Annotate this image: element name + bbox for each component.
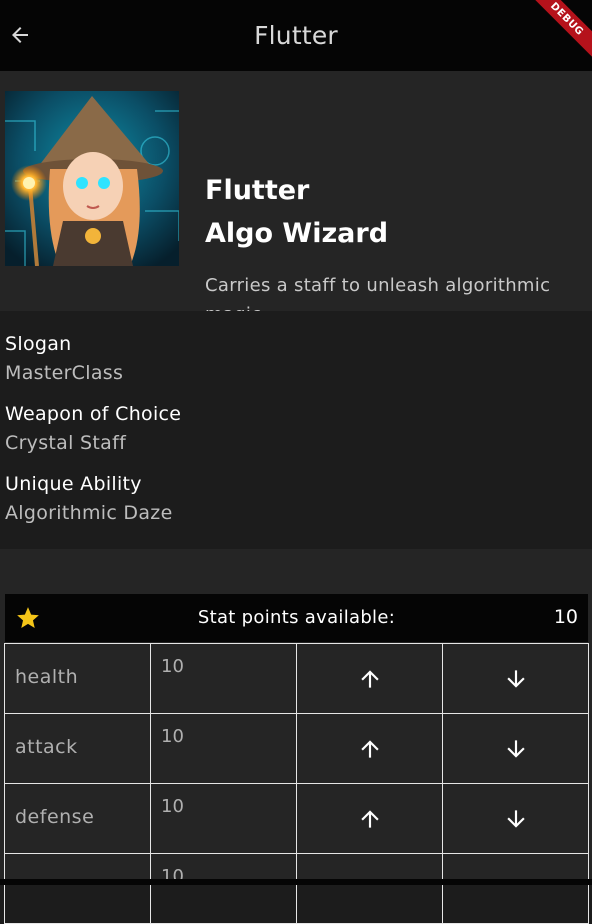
ability-value: Algorithmic Daze — [5, 502, 173, 524]
arrow-down-icon — [506, 669, 525, 688]
stat-value: 10 — [161, 656, 184, 677]
arrow-up-icon — [360, 739, 379, 758]
table-row: attack 10 — [4, 713, 589, 784]
character-name-line1: Flutter — [205, 175, 310, 206]
stat-points-value: 10 — [553, 606, 578, 628]
slogan-value: MasterClass — [5, 362, 124, 384]
table-row: defense 10 — [4, 783, 589, 854]
table-row: health 10 — [4, 643, 589, 714]
arrow-down-icon — [506, 739, 525, 758]
ability-label: Unique Ability — [5, 473, 142, 495]
stat-points-header: Stat points available: 10 — [5, 594, 588, 642]
arrow-down-icon — [506, 809, 525, 828]
increase-stat-button[interactable] — [297, 854, 442, 923]
app-bar: Flutter DEBUG — [0, 0, 592, 71]
increase-attack-button[interactable] — [297, 714, 442, 783]
stat-value: 10 — [161, 796, 184, 817]
stat-name: health — [15, 666, 79, 688]
character-name-line2: Algo Wizard — [205, 218, 389, 249]
arrow-up-icon — [360, 669, 379, 688]
debug-banner: DEBUG — [521, 0, 592, 65]
weapon-label: Weapon of Choice — [5, 403, 182, 425]
stat-name: defense — [15, 806, 95, 828]
bottom-edge — [0, 879, 592, 885]
increase-health-button[interactable] — [297, 644, 442, 713]
weapon-value: Crystal Staff — [5, 432, 127, 454]
page-title: Flutter — [254, 21, 338, 50]
table-row: 10 — [4, 853, 589, 924]
back-arrow-icon[interactable] — [8, 23, 32, 47]
slogan-label: Slogan — [5, 333, 72, 355]
decrease-stat-button[interactable] — [443, 854, 588, 923]
decrease-health-button[interactable] — [443, 644, 588, 713]
increase-defense-button[interactable] — [297, 784, 442, 853]
stat-points-label: Stat points available: — [197, 607, 396, 628]
character-details: Slogan MasterClass Weapon of Choice Crys… — [0, 311, 592, 549]
decrease-defense-button[interactable] — [443, 784, 588, 853]
stat-value: 10 — [161, 726, 184, 747]
character-card: Flutter Algo Wizard Carries a staff to u… — [0, 71, 592, 325]
character-portrait — [5, 91, 179, 266]
stat-name: attack — [15, 736, 78, 758]
arrow-up-icon — [360, 809, 379, 828]
decrease-attack-button[interactable] — [443, 714, 588, 783]
